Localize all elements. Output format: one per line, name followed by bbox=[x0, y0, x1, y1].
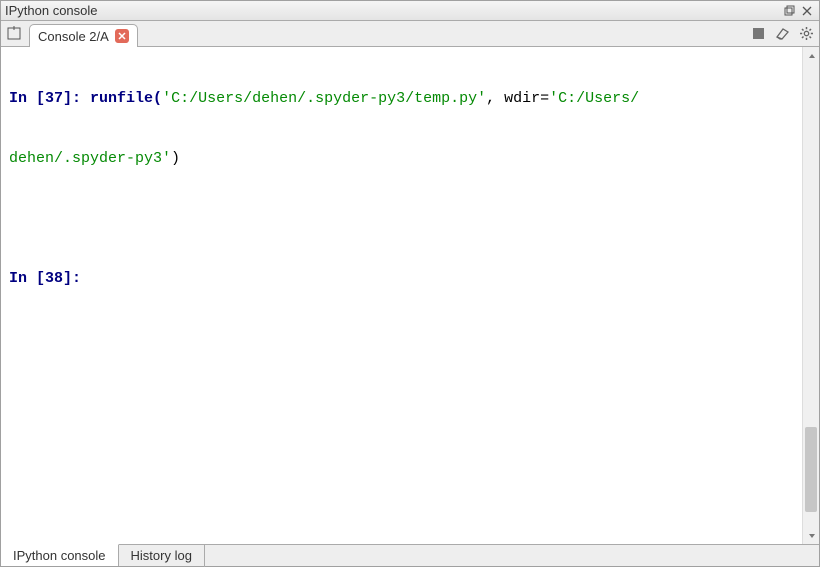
scrollbar-down-arrow-icon[interactable] bbox=[803, 527, 819, 544]
close-tab-icon[interactable] bbox=[115, 29, 129, 43]
clear-icon[interactable] bbox=[773, 24, 791, 42]
console-area: In [37]: runfile('C:/Users/dehen/.spyder… bbox=[1, 47, 819, 544]
tab-console-2a[interactable]: Console 2/A bbox=[29, 24, 138, 47]
console-line-blank bbox=[9, 209, 794, 229]
console-line-partial: In [37]: runfile('C:/Users/dehen/.spyder… bbox=[9, 89, 794, 109]
console-output[interactable]: In [37]: runfile('C:/Users/dehen/.spyder… bbox=[1, 47, 802, 544]
vertical-scrollbar[interactable] bbox=[802, 47, 819, 544]
console-prompt-line: In [38]: bbox=[9, 269, 794, 289]
tab-strip: Console 2/A bbox=[1, 21, 819, 47]
titlebar: IPython console bbox=[1, 1, 819, 21]
options-gear-icon[interactable] bbox=[797, 24, 815, 42]
stop-icon[interactable] bbox=[749, 24, 767, 42]
bottom-tab-label: History log bbox=[131, 548, 192, 563]
bottom-tab-history-log[interactable]: History log bbox=[119, 545, 205, 567]
bottom-tab-ipython-console[interactable]: IPython console bbox=[1, 544, 119, 566]
bottom-tab-label: IPython console bbox=[13, 548, 106, 563]
scrollbar-up-arrow-icon[interactable] bbox=[803, 47, 819, 64]
undock-icon[interactable] bbox=[781, 4, 797, 18]
new-console-icon[interactable] bbox=[5, 23, 25, 43]
close-window-icon[interactable] bbox=[799, 4, 815, 18]
bottom-tab-strip: IPython console History log bbox=[1, 544, 819, 566]
window-title: IPython console bbox=[5, 3, 779, 18]
tab-label: Console 2/A bbox=[38, 29, 109, 44]
ipython-console-window: IPython console Console 2/A bbox=[0, 0, 820, 567]
scrollbar-thumb[interactable] bbox=[805, 427, 817, 512]
console-tools bbox=[749, 24, 815, 42]
console-line-continuation: dehen/.spyder-py3') bbox=[9, 149, 794, 169]
